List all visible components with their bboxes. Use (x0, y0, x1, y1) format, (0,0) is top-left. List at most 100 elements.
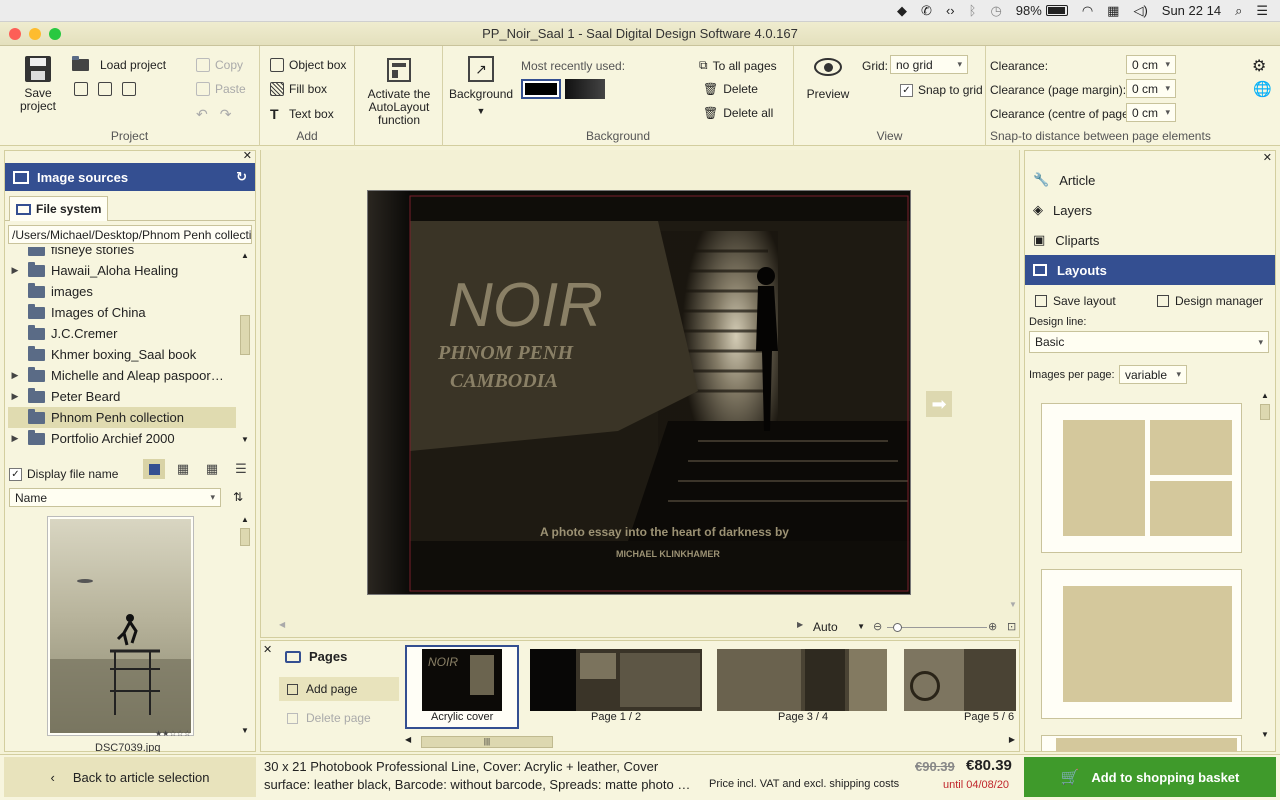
import-icon[interactable] (98, 82, 112, 96)
zoom-slider[interactable] (887, 627, 987, 628)
design-line-select[interactable]: Basic (1029, 331, 1269, 353)
accordion-cliparts[interactable]: ▣ Cliparts (1025, 225, 1275, 255)
tab-file-system[interactable]: File system (9, 196, 109, 221)
preview-button[interactable]: Preview (804, 58, 852, 101)
dropbox-icon[interactable]: ◆ (897, 3, 907, 19)
snap-to-grid-checkbox[interactable]: ✓ Snap to grid (900, 83, 983, 97)
globe-icon[interactable]: 🌐 (1253, 80, 1272, 98)
page-thumb-5-6[interactable] (904, 649, 1016, 711)
battery-icon[interactable] (1045, 5, 1068, 16)
sort-select[interactable]: Name (9, 488, 221, 507)
expand-arrow-icon[interactable]: ▶ (8, 433, 22, 444)
battery-label[interactable]: 98% (1016, 3, 1042, 18)
phone-icon[interactable]: ✆ (921, 3, 932, 19)
vscroll-down-icon[interactable]: ▼ (1009, 600, 1017, 609)
delete-all-backgrounds-button[interactable]: 🗑 Delete all (703, 106, 773, 120)
expand-arrow-icon[interactable]: ▶ (8, 370, 22, 381)
wifi-icon[interactable]: ◠ (1082, 3, 1093, 19)
tree-folder-item[interactable]: ▶ Hawaii_Aloha Healing (8, 260, 236, 281)
tree-scrollbar[interactable]: ▲ ▼ (239, 251, 251, 451)
zoom-in-icon[interactable]: ⊕ (988, 620, 997, 633)
list-view-icon[interactable]: ☰ (230, 459, 252, 479)
hscroll-left-icon[interactable]: ◀ (279, 620, 285, 629)
layout-option-three[interactable] (1041, 403, 1242, 553)
layouts-scrollbar[interactable]: ▲ ▼ (1259, 391, 1271, 749)
code-icon[interactable]: ‹› (946, 3, 955, 18)
delete-page-button[interactable]: Delete page (279, 706, 399, 730)
recent-swatch-black[interactable] (521, 79, 561, 99)
accordion-article[interactable]: 🔧 Article (1025, 165, 1275, 195)
tree-folder-item[interactable]: Khmer boxing_Saal book (8, 344, 236, 365)
tree-folder-item[interactable]: J.C.Cremer (8, 323, 236, 344)
close-pages-icon[interactable]: ✕ (263, 643, 272, 656)
single-view-icon[interactable] (143, 459, 165, 479)
path-field[interactable]: /Users/Michael/Desktop/Phnom Penh collec… (8, 225, 252, 244)
display-file-name-checkbox[interactable]: ✓ Display file name (9, 467, 118, 481)
minimize-window-button[interactable] (29, 28, 41, 40)
images-per-page-select[interactable]: variable (1119, 365, 1187, 384)
next-page-arrow-icon[interactable]: ➡ (926, 391, 952, 417)
delete-background-button[interactable]: 🗑 Delete (703, 82, 758, 96)
grid-9-icon[interactable]: ▦ (201, 459, 223, 479)
expand-arrow-icon[interactable]: ▶ (8, 391, 22, 402)
paste-button[interactable]: Paste (196, 82, 246, 96)
add-page-button[interactable]: Add page (279, 677, 399, 701)
autolayout-button[interactable]: Activate the AutoLayout function (363, 58, 435, 127)
close-window-button[interactable] (9, 28, 21, 40)
zoom-out-icon[interactable]: ⊖ (873, 620, 882, 633)
background-button[interactable]: ↗ Background ▼ (449, 56, 513, 118)
bluetooth-icon[interactable]: ᛒ (969, 3, 977, 18)
close-panel-icon[interactable]: ✕ (1263, 151, 1272, 164)
search-icon[interactable]: ⌕ (1235, 3, 1242, 19)
fill-box-button[interactable]: Fill box (270, 82, 327, 96)
accordion-layers[interactable]: ◈ Layers (1025, 195, 1275, 225)
grid-select[interactable]: no grid (890, 55, 968, 74)
clock[interactable]: Sun 22 14 (1162, 3, 1221, 18)
volume-icon[interactable]: ◁) (1133, 3, 1147, 19)
copy-button[interactable]: Copy (196, 58, 243, 72)
refresh-icon[interactable]: ↻ (236, 169, 247, 185)
share-icon[interactable] (122, 82, 136, 96)
page-thumb-1-2[interactable] (530, 649, 702, 711)
cover-page[interactable]: NOIR PHNOM PENH CAMBODIA A photo essay i… (367, 190, 911, 595)
back-to-article-button[interactable]: ‹ Back to article selection (4, 757, 256, 797)
accordion-layouts[interactable]: Layouts (1025, 255, 1275, 285)
layout-option-single[interactable] (1041, 569, 1242, 719)
redo-icon[interactable]: ↷ (220, 106, 232, 123)
zoom-window-button[interactable] (49, 28, 61, 40)
grid-4-icon[interactable]: ▦ (172, 459, 194, 479)
clearance-select[interactable]: 0 cm (1126, 55, 1176, 74)
pages-scrollbar[interactable]: ◀ ||| ▶ (405, 735, 1015, 749)
sort-order-icon[interactable]: ⇅ (233, 490, 243, 504)
gear-icon[interactable]: ⚙ (1252, 56, 1266, 76)
tree-folder-item[interactable]: fisheye stories (8, 247, 236, 260)
fit-page-icon[interactable]: ⊡ (1007, 620, 1016, 633)
expand-arrow-icon[interactable]: ▶ (8, 265, 22, 276)
export-icon[interactable] (74, 82, 88, 96)
text-box-button[interactable]: T Text box (270, 106, 334, 122)
tree-folder-item[interactable]: ▶ Michelle and Aleap paspoor… (8, 365, 236, 386)
time-machine-icon[interactable]: ◷ (990, 3, 1001, 19)
tree-folder-item[interactable]: Images of China (8, 302, 236, 323)
image-thumbnail[interactable] (47, 516, 194, 736)
to-all-pages-button[interactable]: ⧉ To all pages (699, 58, 777, 73)
layout-option-partial[interactable] (1041, 735, 1242, 752)
calendar-icon[interactable]: ▦ (1107, 3, 1119, 19)
list-icon[interactable]: ☰ (1256, 3, 1268, 19)
tree-folder-item[interactable]: Phnom Penh collection (8, 407, 236, 428)
save-project-button[interactable]: Save project (14, 56, 62, 113)
zoom-select[interactable]: Auto ▼ (813, 618, 865, 635)
add-to-basket-button[interactable]: 🛒 Add to shopping basket (1024, 757, 1276, 797)
zoom-slider-handle[interactable] (893, 623, 902, 632)
save-layout-button[interactable]: Save layout (1035, 294, 1116, 308)
clearance-centre-select[interactable]: 0 cm (1126, 103, 1176, 122)
tree-folder-item[interactable]: images (8, 281, 236, 302)
hscroll-right-icon[interactable]: ▶ (797, 620, 803, 629)
thumb-scrollbar[interactable]: ▲ ▼ (239, 515, 251, 747)
clearance-margin-select[interactable]: 0 cm (1126, 79, 1176, 98)
rating-stars[interactable]: ★★☆☆☆ (155, 729, 191, 738)
page-thumb-3-4[interactable] (717, 649, 887, 711)
design-manager-button[interactable]: Design manager (1157, 294, 1263, 308)
object-box-button[interactable]: Object box (270, 58, 346, 72)
undo-icon[interactable]: ↶ (196, 106, 208, 123)
